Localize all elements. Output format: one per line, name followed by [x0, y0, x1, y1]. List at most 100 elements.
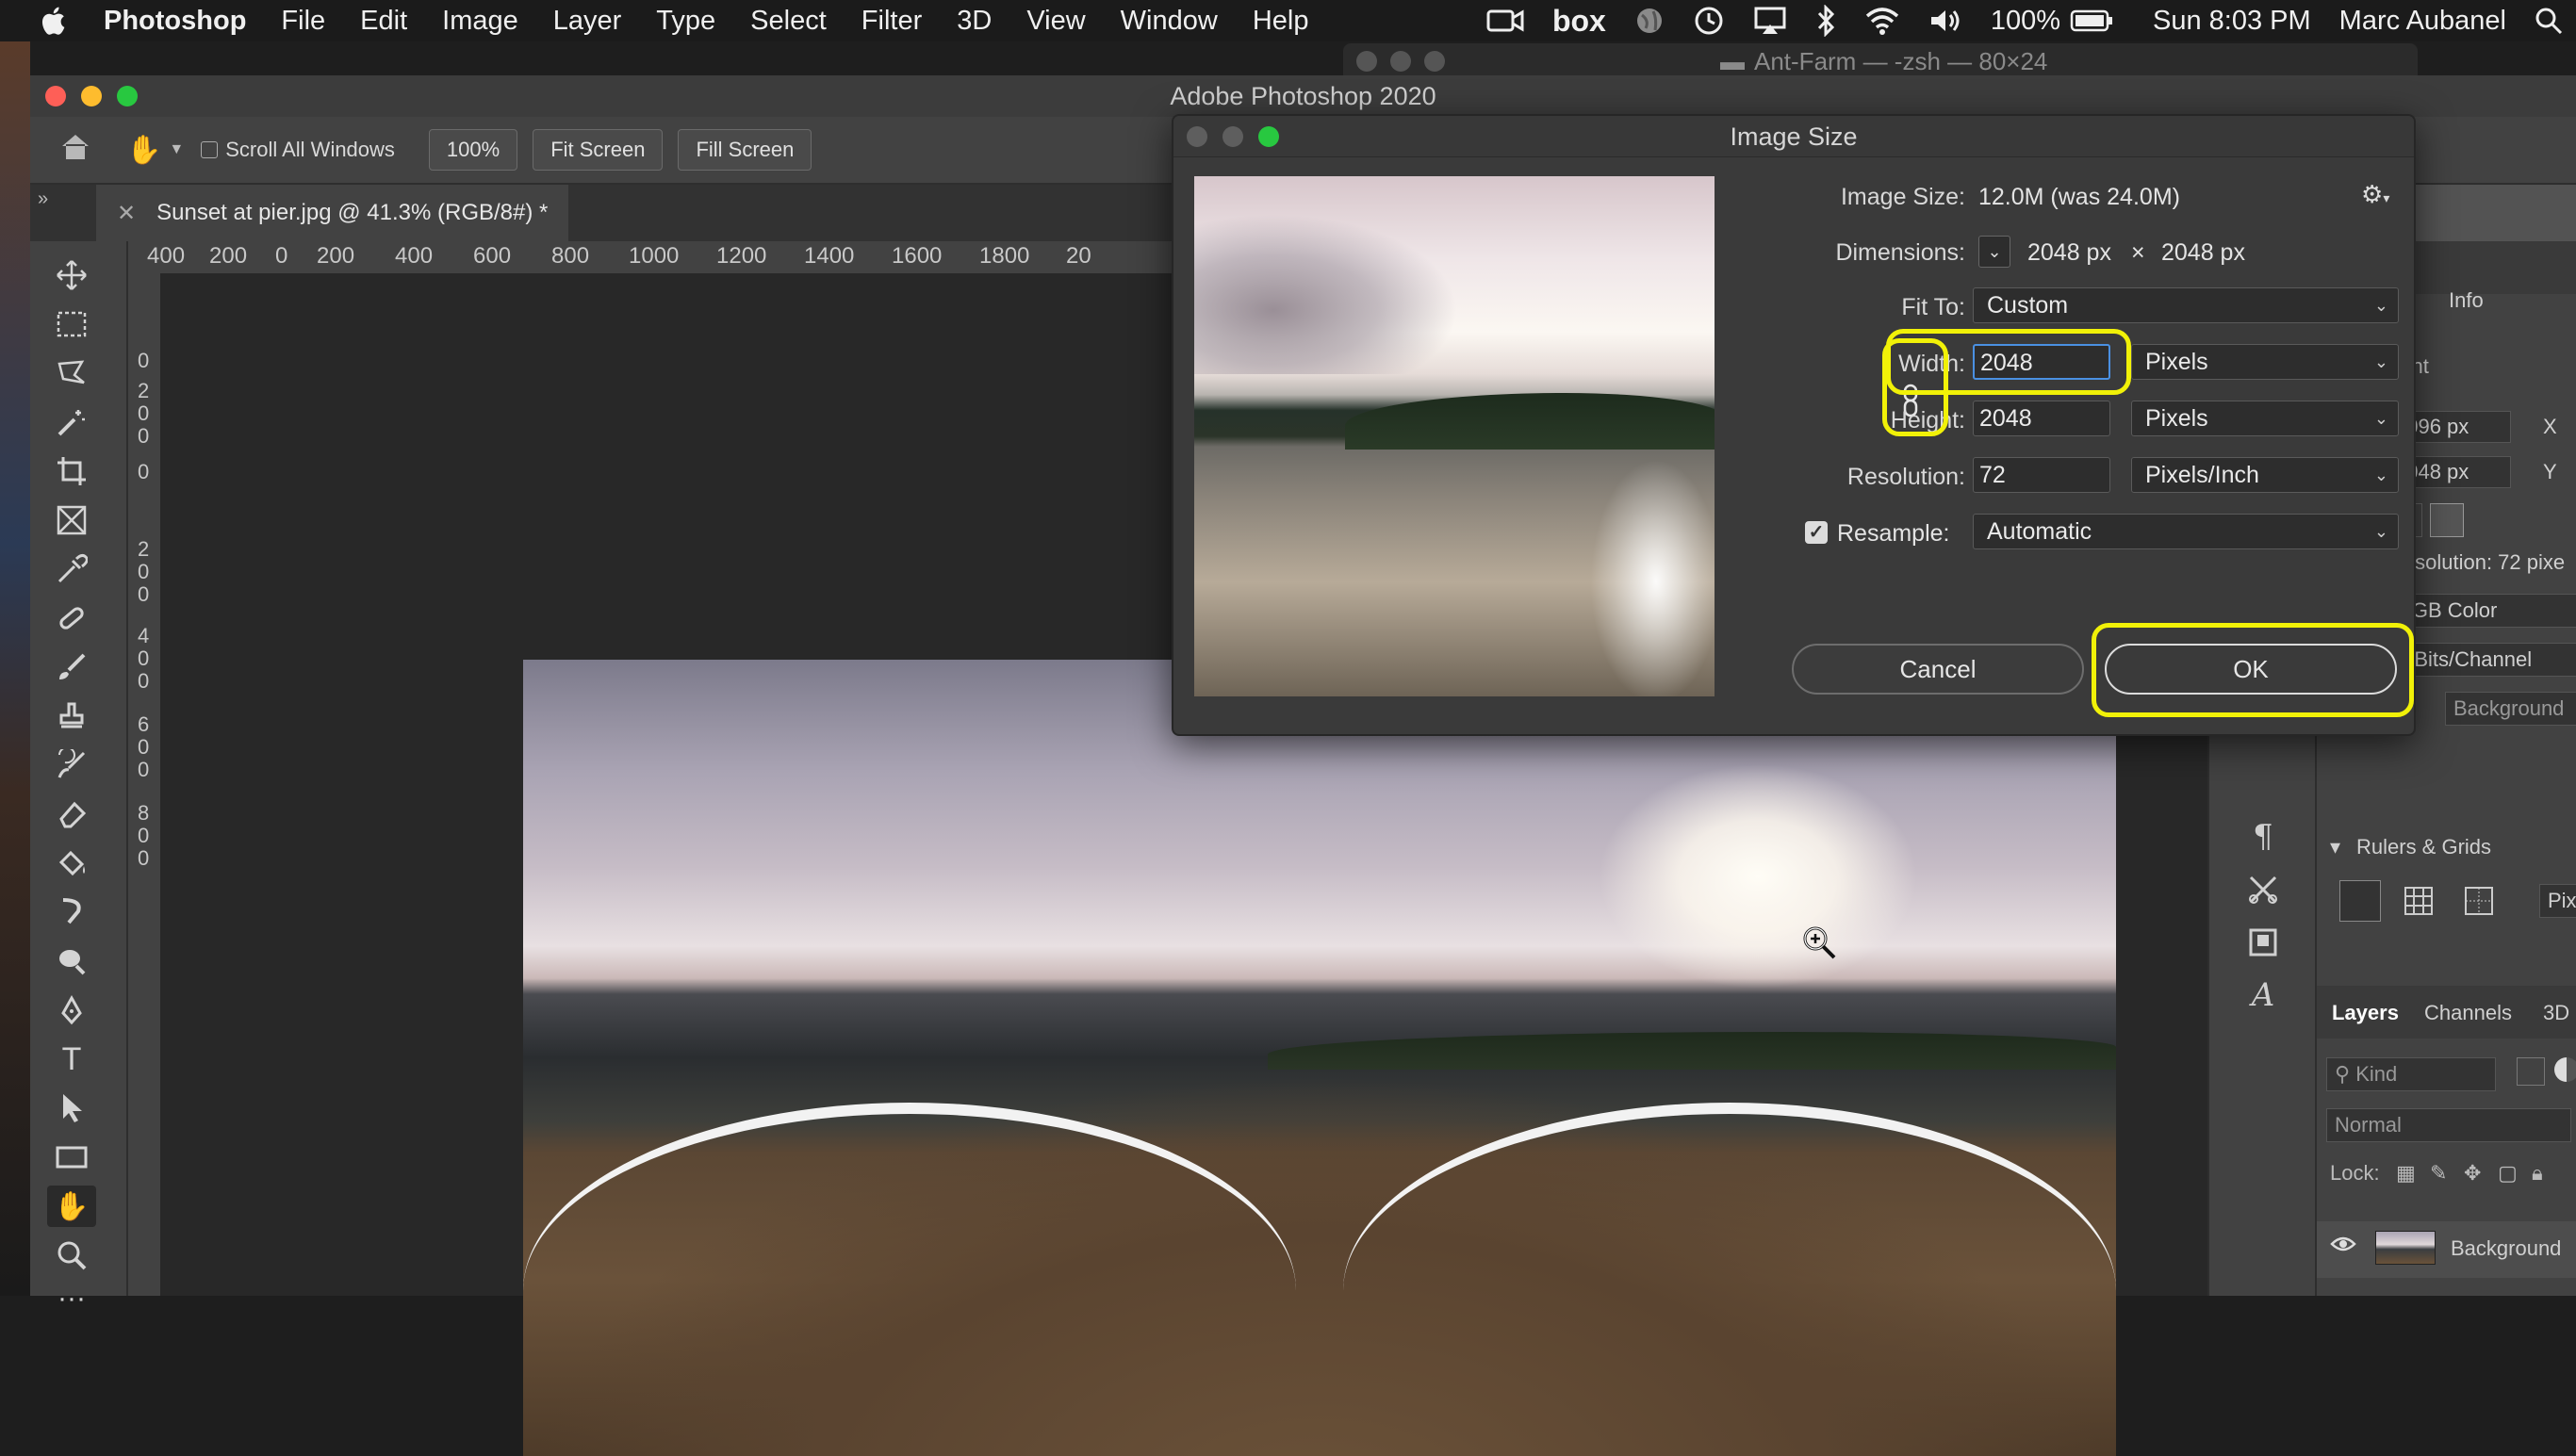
box-app-icon[interactable]: box	[1552, 4, 1606, 39]
menu-filter[interactable]: Filter	[861, 6, 922, 37]
smudge-tool-icon[interactable]	[47, 892, 96, 933]
clone-source-icon[interactable]	[2240, 922, 2287, 963]
dialog-close-button[interactable]	[1187, 126, 1207, 147]
width-unit-select[interactable]: Pixels ⌄	[2131, 344, 2399, 380]
minimize-window-button[interactable]	[81, 86, 102, 106]
spotlight-search-icon[interactable]	[2535, 7, 2563, 35]
lock-position-icon[interactable]: ✥	[2464, 1161, 2481, 1186]
rectangle-tool-icon[interactable]	[47, 1137, 96, 1178]
pixel-grid-icon[interactable]	[2464, 886, 2494, 922]
airplay-icon[interactable]	[1753, 6, 1787, 36]
hand-tool-preset-icon[interactable]: ✋	[126, 134, 161, 167]
cancel-button[interactable]: Cancel	[1792, 644, 2084, 695]
tab-channels[interactable]: Channels	[2424, 1001, 2512, 1025]
fit-screen-button[interactable]: Fit Screen	[533, 129, 664, 171]
crop-tool-icon[interactable]	[47, 450, 96, 492]
panorama-image[interactable]	[523, 660, 2116, 1456]
landscape-orientation-icon[interactable]	[2430, 503, 2464, 537]
lock-artboard-icon[interactable]: ▢	[2498, 1161, 2518, 1186]
tab-3d[interactable]: 3D	[2543, 1001, 2569, 1025]
menu-user[interactable]: Marc Aubanel	[2339, 6, 2506, 37]
wifi-icon[interactable]	[1864, 7, 1900, 35]
volume-icon[interactable]	[1928, 7, 1962, 35]
height-input[interactable]: 2048	[1973, 401, 2110, 436]
lock-image-icon[interactable]: ✎	[2430, 1161, 2447, 1186]
frame-tool-icon[interactable]	[47, 499, 96, 541]
ruler-units-select[interactable]: Pixels	[2539, 884, 2576, 918]
menu-app-name[interactable]: Photoshop	[104, 6, 246, 37]
filter-adjustment-layers-icon[interactable]	[2554, 1057, 2576, 1082]
lock-transparent-icon[interactable]: ▦	[2396, 1161, 2416, 1186]
dialog-zoom-button[interactable]	[1258, 126, 1279, 147]
dodge-tool-icon[interactable]	[47, 941, 96, 982]
marquee-tool-icon[interactable]	[47, 303, 96, 345]
close-tab-icon[interactable]: ✕	[117, 200, 136, 227]
scroll-all-windows-checkbox[interactable]	[201, 141, 219, 158]
bluetooth-icon[interactable]	[1815, 5, 1836, 37]
zoom-window-button[interactable]	[117, 86, 138, 106]
fit-to-select[interactable]: Custom ⌄	[1973, 287, 2399, 323]
ruler-icon[interactable]	[2339, 880, 2381, 922]
pen-tool-icon[interactable]	[47, 990, 96, 1031]
resolution-input[interactable]: 72	[1973, 457, 2110, 493]
settings-gear-icon[interactable]: ⚙▾	[2361, 180, 2389, 209]
magic-wand-tool-icon[interactable]	[47, 401, 96, 443]
color-mode-select[interactable]: RGB Color	[2388, 594, 2576, 628]
clone-stamp-tool-icon[interactable]	[47, 695, 96, 737]
menu-window[interactable]: Window	[1121, 6, 1218, 37]
close-window-button[interactable]	[45, 86, 66, 106]
height-unit-select[interactable]: Pixels ⌄	[2131, 401, 2399, 436]
tab-info[interactable]: Info	[2449, 288, 2484, 313]
terminal-window[interactable]: ▬ Ant-Farm — -zsh — 80×24	[1343, 43, 2418, 77]
image-preview[interactable]	[1194, 176, 1715, 696]
eyedropper-tool-icon[interactable]	[47, 548, 96, 590]
apple-logo-icon[interactable]	[38, 4, 72, 38]
eraser-tool-icon[interactable]	[47, 793, 96, 835]
zoom-tool-icon[interactable]	[47, 1235, 96, 1276]
resample-select[interactable]: Automatic ⌄	[1973, 514, 2399, 549]
background-contents-select[interactable]: Background	[2445, 692, 2576, 726]
paragraph-icon[interactable]: ¶	[2240, 816, 2287, 858]
move-tool-icon[interactable]	[47, 254, 96, 296]
layer-name[interactable]: Background	[2451, 1236, 2561, 1261]
hand-tool-icon[interactable]: ✋	[47, 1186, 96, 1227]
blend-mode-select[interactable]: Normal	[2326, 1108, 2571, 1142]
history-brush-tool-icon[interactable]	[47, 744, 96, 786]
resample-checkbox[interactable]: ✓	[1805, 521, 1828, 544]
menu-view[interactable]: View	[1026, 6, 1085, 37]
fill-screen-button[interactable]: Fill Screen	[678, 129, 812, 171]
brush-tool-icon[interactable]	[47, 646, 96, 688]
menu-3d[interactable]: 3D	[957, 6, 992, 37]
document-tab[interactable]: ✕ Sunset at pier.jpg @ 41.3% (RGB/8#) *	[96, 185, 569, 241]
chevron-down-icon[interactable]: ▼	[169, 141, 184, 158]
chevron-down-icon[interactable]: ▾	[2330, 835, 2340, 859]
paint-bucket-tool-icon[interactable]	[47, 843, 96, 884]
tab-layers[interactable]: Layers	[2332, 1001, 2399, 1025]
menu-layer[interactable]: Layer	[553, 6, 622, 37]
more-tools-icon[interactable]: ···	[47, 1278, 96, 1319]
grid-icon[interactable]	[2404, 886, 2434, 922]
healing-brush-tool-icon[interactable]	[47, 597, 96, 639]
path-selection-tool-icon[interactable]	[47, 1088, 96, 1129]
menu-image[interactable]: Image	[442, 6, 518, 37]
lasso-tool-icon[interactable]	[47, 352, 96, 394]
bit-depth-select[interactable]: 8 Bits/Channel	[2388, 643, 2576, 677]
menu-select[interactable]: Select	[750, 6, 827, 37]
lock-all-icon[interactable]: 🔒︎	[2532, 1161, 2543, 1186]
layer-kind-filter[interactable]: ⚲ Kind	[2326, 1057, 2496, 1091]
glyphs-icon[interactable]: A	[2240, 974, 2287, 1016]
layer-visibility-eye-icon[interactable]	[2330, 1235, 2356, 1259]
menu-file[interactable]: File	[281, 6, 325, 37]
zoom-percent-field[interactable]: 100%	[428, 129, 518, 171]
menu-help[interactable]: Help	[1253, 6, 1309, 37]
type-tool-icon[interactable]: T	[47, 1039, 96, 1080]
globe-icon[interactable]	[1634, 6, 1665, 36]
panel-collapse-icon[interactable]: »	[38, 188, 48, 210]
filter-pixel-layers-icon[interactable]	[2517, 1057, 2545, 1086]
resolution-unit-select[interactable]: Pixels/Inch ⌄	[2131, 457, 2399, 493]
home-icon[interactable]	[58, 131, 92, 169]
menu-type[interactable]: Type	[656, 6, 715, 37]
menu-clock[interactable]: Sun 8:03 PM	[2153, 6, 2311, 37]
dialog-minimize-button[interactable]	[1222, 126, 1243, 147]
dimensions-unit-dropdown[interactable]: ⌄	[1978, 236, 2010, 268]
